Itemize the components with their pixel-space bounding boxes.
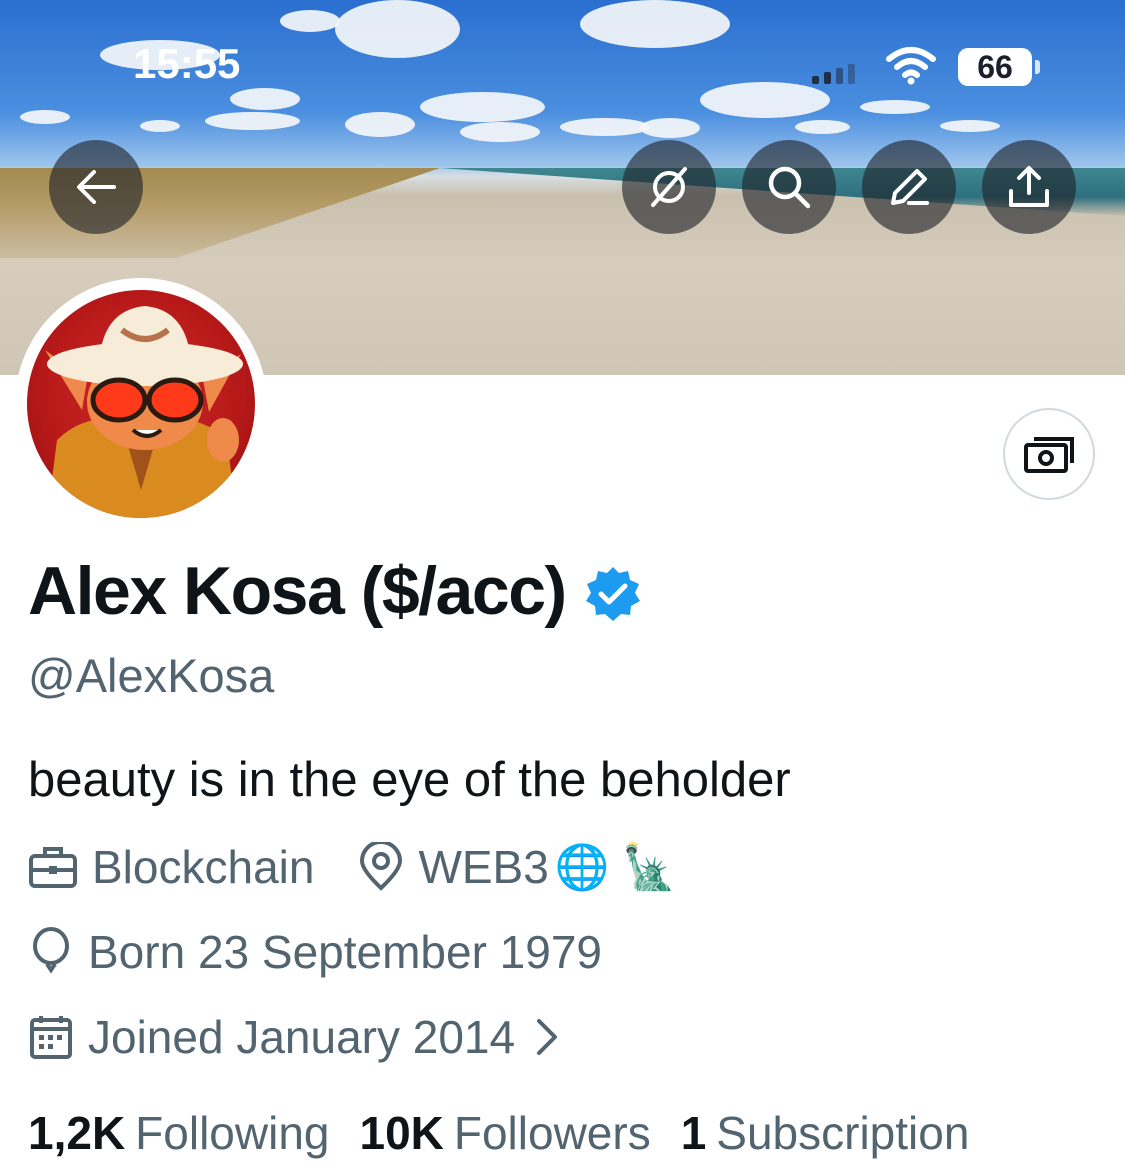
- profile-meta-row: Blockchain WEB3 🌐 🗽: [28, 840, 677, 894]
- money-icon: [1024, 437, 1074, 473]
- profile-category: Blockchain: [92, 841, 315, 893]
- joined-row[interactable]: Joined January 2014: [28, 1010, 561, 1064]
- subscription-label: Subscription: [716, 1107, 970, 1159]
- grok-button[interactable]: [622, 140, 716, 234]
- edit-button[interactable]: [862, 140, 956, 234]
- subscription-count: 1: [680, 1107, 707, 1159]
- arrow-left-icon: [77, 170, 116, 204]
- balloon-icon: [33, 927, 69, 974]
- profile-bio: beauty is in the eye of the beholder: [28, 753, 791, 807]
- edit-icon: [891, 169, 929, 205]
- back-button[interactable]: [49, 140, 143, 234]
- battery-cap: [1035, 60, 1040, 74]
- following-count: 1,2K: [28, 1107, 126, 1159]
- birthdate: Born 23 September 1979: [88, 926, 603, 978]
- profile-location: WEB3: [418, 841, 549, 893]
- user-handle: @AlexKosa: [28, 649, 275, 702]
- share-button[interactable]: [982, 140, 1076, 234]
- profile-avatar[interactable]: [15, 278, 267, 530]
- followers-count: 10K: [359, 1107, 444, 1159]
- verified-badge-icon[interactable]: [584, 565, 642, 623]
- cellular-signal-icon: [812, 64, 855, 84]
- birthdate-row: Born 23 September 1979: [28, 925, 602, 979]
- subscription-stat[interactable]: 1 Subscription: [681, 1106, 970, 1160]
- followers-label: Followers: [453, 1107, 651, 1159]
- search-button[interactable]: [742, 140, 836, 234]
- subscribe-button[interactable]: [1003, 408, 1095, 500]
- grok-icon: [651, 167, 687, 207]
- followers-stat[interactable]: 10K Followers: [359, 1106, 650, 1160]
- battery-indicator: 66: [958, 48, 1032, 86]
- joined-date: Joined January 2014: [88, 1011, 516, 1063]
- chevron-right-icon: [537, 1019, 558, 1055]
- briefcase-icon: [29, 847, 77, 888]
- status-time: 15:55: [133, 40, 241, 87]
- wifi-icon: [886, 47, 936, 85]
- following-label: Following: [135, 1107, 330, 1159]
- profile-stats: 1,2K Following 10K Followers 1 Subscript…: [28, 1106, 999, 1160]
- location-emojis: 🌐 🗽: [554, 843, 677, 892]
- display-name: Alex Kosa ($/acc): [28, 553, 567, 629]
- calendar-icon: [30, 1016, 72, 1059]
- avatar-image: [27, 290, 255, 518]
- search-icon: [768, 166, 811, 209]
- share-icon: [1009, 166, 1049, 207]
- location-pin-icon: [360, 842, 403, 891]
- following-stat[interactable]: 1,2K Following: [28, 1106, 329, 1160]
- display-name-row: Alex Kosa ($/acc): [28, 552, 642, 630]
